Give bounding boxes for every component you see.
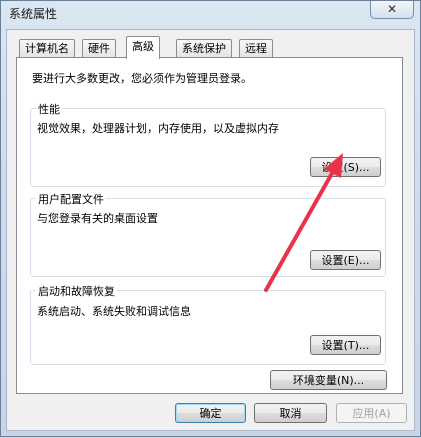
user-profiles-settings-button[interactable]: 设置(E)... — [310, 250, 381, 270]
apply-button[interactable]: 应用(A) — [336, 403, 407, 423]
admin-notice: 要进行大多数更改，您必须作为管理员登录。 — [32, 72, 252, 85]
close-icon: ✕ — [386, 2, 398, 16]
tab-computer-name[interactable]: 计算机名 — [19, 39, 75, 58]
startup-recovery-settings-button[interactable]: 设置(T)... — [310, 335, 381, 355]
performance-settings-button[interactable]: 设置(S)... — [310, 157, 381, 177]
user-profiles-group: 用户配置文件 与您登录有关的桌面设置 设置(E)... — [30, 191, 386, 277]
user-profiles-description: 与您登录有关的桌面设置 — [37, 212, 158, 225]
user-profiles-title: 用户配置文件 — [36, 191, 106, 207]
close-button[interactable]: ✕ — [370, 1, 414, 19]
tab-remote[interactable]: 远程 — [239, 39, 273, 58]
startup-recovery-title: 启动和故障恢复 — [36, 283, 117, 299]
cancel-button[interactable]: 取消 — [254, 403, 327, 423]
dialog-body: 计算机名 硬件 高级 系统保护 远程 要进行大多数更改，您必须作为管理员登录。 … — [6, 29, 415, 431]
performance-group: 性能 视觉效果，处理器计划，内存使用，以及虚拟内存 设置(S)... — [30, 101, 386, 187]
performance-description: 视觉效果，处理器计划，内存使用，以及虚拟内存 — [37, 122, 279, 135]
tab-advanced[interactable]: 高级 — [126, 36, 160, 59]
advanced-tab-panel: 要进行大多数更改，您必须作为管理员登录。 性能 视觉效果，处理器计划，内存使用，… — [16, 57, 403, 394]
tab-hardware[interactable]: 硬件 — [82, 39, 116, 58]
startup-recovery-group: 启动和故障恢复 系统启动、系统失败和调试信息 设置(T)... — [30, 283, 386, 365]
environment-variables-button[interactable]: 环境变量(N)... — [270, 370, 387, 390]
system-properties-window: 系统属性 ✕ 计算机名 硬件 高级 系统保护 远程 要进行大多数更改，您必须作为… — [0, 0, 421, 437]
tab-system-protection[interactable]: 系统保护 — [176, 39, 232, 58]
performance-title: 性能 — [36, 101, 62, 117]
window-title: 系统属性 — [9, 7, 58, 21]
title-bar[interactable]: 系统属性 ✕ — [1, 1, 420, 29]
startup-recovery-description: 系统启动、系统失败和调试信息 — [37, 305, 191, 318]
ok-button[interactable]: 确定 — [175, 403, 246, 423]
